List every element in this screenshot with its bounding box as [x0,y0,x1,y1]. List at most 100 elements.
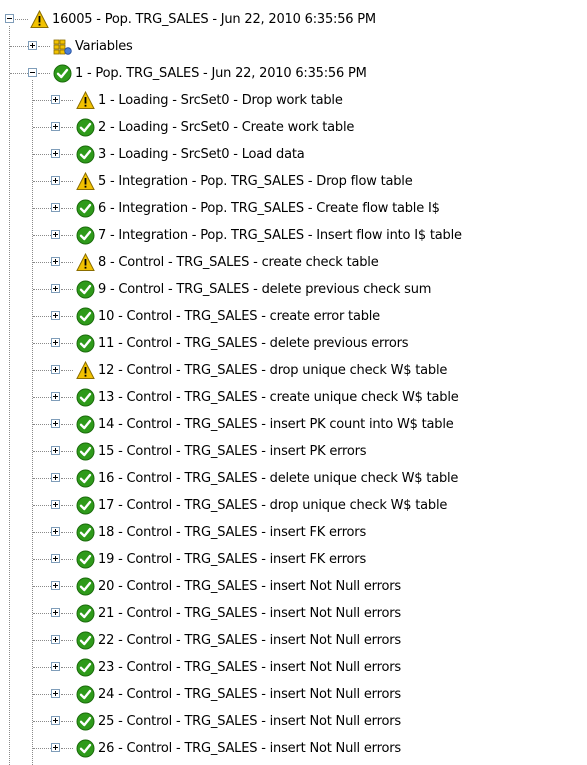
collapse-toggle[interactable] [5,14,14,23]
tree-node-label: 11 - Control - TRG_SALES - delete previo… [98,336,409,351]
tree-node-step[interactable]: 20 - Control - TRG_SALES - insert Not Nu… [0,573,587,600]
expand-toggle[interactable] [51,716,60,725]
success-icon [76,469,95,488]
tree-node-step[interactable]: 3 - Loading - SrcSet0 - Load data [0,141,587,168]
tree-node-step[interactable]: 8 - Control - TRG_SALES - create check t… [0,249,587,276]
tree-node-label: 1 - Loading - SrcSet0 - Drop work table [98,93,343,108]
success-icon [76,145,95,164]
success-icon [76,334,95,353]
tree-node-label: 17 - Control - TRG_SALES - drop unique c… [98,498,448,513]
tree-node-label: 23 - Control - TRG_SALES - insert Not Nu… [98,660,401,675]
success-icon [76,712,95,731]
tree-node-step[interactable]: 15 - Control - TRG_SALES - insert PK err… [0,438,587,465]
success-icon [76,307,95,326]
tree-node-step[interactable]: 12 - Control - TRG_SALES - drop unique c… [0,357,587,384]
expand-toggle[interactable] [51,635,60,644]
expand-toggle[interactable] [51,284,60,293]
tree-node-step[interactable]: 16 - Control - TRG_SALES - delete unique… [0,465,587,492]
expand-toggle[interactable] [51,392,60,401]
tree-node-label: 18 - Control - TRG_SALES - insert FK err… [98,525,367,540]
expand-toggle[interactable] [51,473,60,482]
session-tree: 16005 - Pop. TRG_SALES - Jun 22, 2010 6:… [0,0,587,765]
tree-node-step[interactable]: 2 - Loading - SrcSet0 - Create work tabl… [0,114,587,141]
tree-node-step[interactable]: 5 - Integration - Pop. TRG_SALES - Drop … [0,168,587,195]
expand-toggle[interactable] [28,41,37,50]
tree-node-step[interactable]: 11 - Control - TRG_SALES - delete previo… [0,330,587,357]
tree-node-label: 25 - Control - TRG_SALES - insert Not Nu… [98,714,401,729]
tree-node-variables[interactable]: Variables [0,33,587,60]
expand-toggle[interactable] [51,230,60,239]
tree-node-label: 26 - Control - TRG_SALES - insert Not Nu… [98,741,401,756]
tree-node-label: 5 - Integration - Pop. TRG_SALES - Drop … [98,174,413,189]
success-icon [76,415,95,434]
tree-node-label: 21 - Control - TRG_SALES - insert Not Nu… [98,606,401,621]
success-icon [76,523,95,542]
tree-node-label: 20 - Control - TRG_SALES - insert Not Nu… [98,579,401,594]
success-icon [76,442,95,461]
tree-node-label: 6 - Integration - Pop. TRG_SALES - Creat… [98,201,440,216]
expand-toggle[interactable] [51,149,60,158]
tree-node-step[interactable]: 25 - Control - TRG_SALES - insert Not Nu… [0,708,587,735]
success-icon [76,226,95,245]
tree-node-step[interactable]: 7 - Integration - Pop. TRG_SALES - Inser… [0,222,587,249]
expand-toggle[interactable] [51,176,60,185]
expand-toggle[interactable] [51,581,60,590]
tree-node-label: 24 - Control - TRG_SALES - insert Not Nu… [98,687,401,702]
expand-toggle[interactable] [51,338,60,347]
tree-node-step[interactable]: 6 - Integration - Pop. TRG_SALES - Creat… [0,195,587,222]
expand-toggle[interactable] [51,311,60,320]
warning-icon [76,91,95,110]
expand-toggle[interactable] [51,743,60,752]
expand-toggle[interactable] [51,257,60,266]
warning-icon [76,172,95,191]
success-icon [76,631,95,650]
tree-node-step[interactable]: 26 - Control - TRG_SALES - insert Not Nu… [0,735,587,762]
warning-icon [76,253,95,272]
success-icon [76,685,95,704]
tree-node-root[interactable]: 16005 - Pop. TRG_SALES - Jun 22, 2010 6:… [0,6,587,33]
tree-node-step[interactable]: 21 - Control - TRG_SALES - insert Not Nu… [0,600,587,627]
tree-node-step[interactable]: 22 - Control - TRG_SALES - insert Not Nu… [0,627,587,654]
tree-node-step[interactable]: 23 - Control - TRG_SALES - insert Not Nu… [0,654,587,681]
tree-node-label: 2 - Loading - SrcSet0 - Create work tabl… [98,120,355,135]
tree-node-label: 15 - Control - TRG_SALES - insert PK err… [98,444,367,459]
tree-node-step[interactable]: 10 - Control - TRG_SALES - create error … [0,303,587,330]
tree-node-label: 16 - Control - TRG_SALES - delete unique… [98,471,459,486]
expand-toggle[interactable] [51,122,60,131]
tree-node-label: 8 - Control - TRG_SALES - create check t… [98,255,379,270]
tree-node-step[interactable]: 9 - Control - TRG_SALES - delete previou… [0,276,587,303]
tree-node-step[interactable]: 14 - Control - TRG_SALES - insert PK cou… [0,411,587,438]
tree-node-step[interactable]: 17 - Control - TRG_SALES - drop unique c… [0,492,587,519]
tree-node-label: Variables [75,39,133,54]
tree-node-session[interactable]: 1 - Pop. TRG_SALES - Jun 22, 2010 6:35:5… [0,60,587,87]
success-icon [76,496,95,515]
success-icon [76,550,95,569]
collapse-toggle[interactable] [28,68,37,77]
expand-toggle[interactable] [51,95,60,104]
expand-toggle[interactable] [51,365,60,374]
expand-toggle[interactable] [51,446,60,455]
tree-node-label: 9 - Control - TRG_SALES - delete previou… [98,282,432,297]
tree-node-label: 3 - Loading - SrcSet0 - Load data [98,147,305,162]
success-icon [53,64,72,83]
expand-toggle[interactable] [51,500,60,509]
expand-toggle[interactable] [51,554,60,563]
tree-node-step[interactable]: 24 - Control - TRG_SALES - insert Not Nu… [0,681,587,708]
expand-toggle[interactable] [51,689,60,698]
warning-icon [30,10,49,29]
tree-node-step[interactable]: 1 - Loading - SrcSet0 - Drop work table [0,87,587,114]
tree-node-label: 19 - Control - TRG_SALES - insert FK err… [98,552,367,567]
tree-node-label: 22 - Control - TRG_SALES - insert Not Nu… [98,633,401,648]
tree-node-label: 16005 - Pop. TRG_SALES - Jun 22, 2010 6:… [52,12,376,27]
tree-node-step[interactable]: 13 - Control - TRG_SALES - create unique… [0,384,587,411]
expand-toggle[interactable] [51,608,60,617]
expand-toggle[interactable] [51,527,60,536]
expand-toggle[interactable] [51,662,60,671]
tree-node-label: 13 - Control - TRG_SALES - create unique… [98,390,459,405]
expand-toggle[interactable] [51,203,60,212]
expand-toggle[interactable] [51,419,60,428]
success-icon [76,199,95,218]
tree-node-step[interactable]: 19 - Control - TRG_SALES - insert FK err… [0,546,587,573]
tree-node-label: 14 - Control - TRG_SALES - insert PK cou… [98,417,454,432]
tree-node-step[interactable]: 18 - Control - TRG_SALES - insert FK err… [0,519,587,546]
